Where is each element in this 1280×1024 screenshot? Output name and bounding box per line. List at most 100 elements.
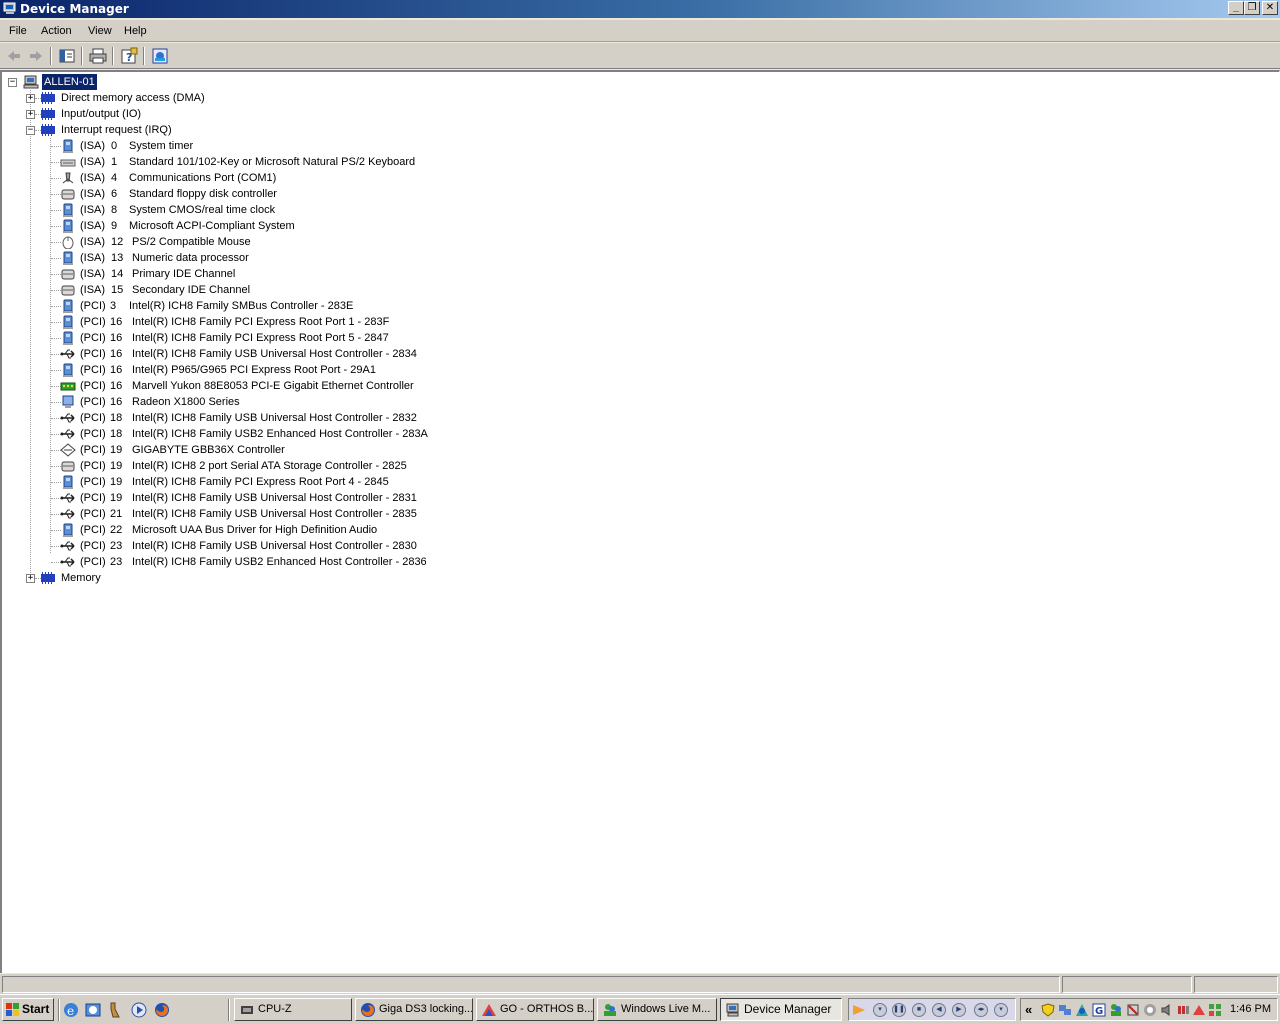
irq-bus: (PCI) <box>80 556 106 568</box>
irq-device-row[interactable]: (PCI) 19 Intel(R) ICH8 Family USB Universa… <box>80 490 500 506</box>
irq-bus: (ISA) <box>80 220 106 232</box>
stop-icon[interactable]: ■ <box>912 1003 926 1017</box>
irq-device-row[interactable]: (PCI) 16 Radeon X1800 Series <box>80 394 500 410</box>
properties-icon[interactable] <box>149 46 171 66</box>
usb-device-icon <box>60 541 75 551</box>
irq-device-row[interactable]: (ISA) 12 PS/2 Compatible Mouse <box>80 234 500 250</box>
start-button[interactable]: Start <box>2 998 54 1021</box>
taskbar-button[interactable]: GO - ORTHOS B... <box>476 998 594 1021</box>
irq-device-name: Intel(R) P965/G965 PCI Express Root Port… <box>132 364 376 376</box>
irq-device-row[interactable]: (PCI) 16 Marvell Yukon 88E8053 PCI-E Gigab… <box>80 378 500 394</box>
clock[interactable]: 1:46 PM <box>1230 1003 1271 1015</box>
shield-icon[interactable] <box>1041 1003 1055 1017</box>
category-expand-toggle[interactable]: + <box>26 94 35 103</box>
device-tree[interactable]: − ALLEN-01 + Direct memory access (DMA) + I… <box>0 70 1280 973</box>
media-dropdown-icon[interactable]: ▾ <box>873 1003 887 1017</box>
irq-device-row[interactable]: (PCI) 21 Intel(R) ICH8 Family USB Universa… <box>80 506 500 522</box>
irq-device-row[interactable]: (ISA) 0 System timer <box>80 138 500 154</box>
irq-device-row[interactable]: (PCI) 18 Intel(R) ICH8 Family USB Universa… <box>80 410 500 426</box>
irq-device-row[interactable]: (PCI) 22 Microsoft UAA Bus Driver for High… <box>80 522 500 538</box>
irq-device-row[interactable]: (ISA) 1 Standard 101/102-Key or Microsoft … <box>80 154 500 170</box>
media-player-icon[interactable] <box>130 1001 148 1019</box>
next-icon[interactable]: ▶ <box>952 1003 966 1017</box>
print-icon[interactable] <box>87 46 109 66</box>
monitor-tray-icon[interactable] <box>1208 1003 1222 1017</box>
pause-icon[interactable]: ❚❚ <box>892 1003 906 1017</box>
irq-number: 16 <box>110 348 123 360</box>
firefox-icon[interactable] <box>153 1001 171 1019</box>
speaker-icon[interactable] <box>1160 1003 1174 1017</box>
irq-bus: (PCI) <box>80 492 106 504</box>
media-player-toolbar[interactable]: ▾ ❚❚ ■ ◀ ▶ ◂▸ ▾ <box>848 998 1016 1021</box>
category-expand-toggle[interactable]: − <box>26 126 35 135</box>
irq-bus: (ISA) <box>80 252 106 264</box>
taskbar-button[interactable]: Windows Live M... <box>597 998 717 1021</box>
irq-number: 23 <box>110 540 123 552</box>
irq-device-row[interactable]: (PCI) 3 Intel(R) ICH8 Family SMBus Control… <box>80 298 500 314</box>
irq-device-row[interactable]: (PCI) 23 Intel(R) ICH8 Family USB2 Enhance… <box>80 554 500 570</box>
gigabyte-icon[interactable]: G <box>1092 1003 1106 1017</box>
irq-device-row[interactable]: (PCI) 18 Intel(R) ICH8 Family USB2 Enhance… <box>80 426 500 442</box>
irq-device-row[interactable]: (PCI) 16 Intel(R) P965/G965 PCI Express Ro… <box>80 362 500 378</box>
network-device-icon <box>60 382 76 391</box>
menu-help[interactable]: Help <box>124 25 147 37</box>
irq-device-row[interactable]: (ISA) 4 Communications Port (COM1) <box>80 170 500 186</box>
taskbar-button[interactable]: CPU-Z <box>234 998 352 1021</box>
tray-expand-chevron[interactable]: « <box>1025 1002 1032 1017</box>
ie-icon[interactable]: e <box>62 1001 80 1019</box>
taskbar-button[interactable]: Giga DS3 locking... <box>355 998 473 1021</box>
irq-device-row[interactable]: (ISA) 13 Numeric data processor <box>80 250 500 266</box>
menu-view[interactable]: View <box>88 25 112 37</box>
show-hide-console-tree-icon[interactable] <box>56 46 78 66</box>
outlook-icon[interactable] <box>84 1001 102 1019</box>
irq-device-row[interactable]: (PCI) 19 Intel(R) ICH8 Family PCI Express … <box>80 474 500 490</box>
tool-icon[interactable] <box>107 1001 125 1019</box>
irq-device-row[interactable]: (ISA) 15 Secondary IDE Channel <box>80 282 500 298</box>
irq-device-row[interactable]: (ISA) 6 Standard floppy disk controller <box>80 186 500 202</box>
system-device-icon <box>63 139 73 153</box>
irq-device-row[interactable]: (PCI) 19 Intel(R) ICH8 2 port Serial ATA S… <box>80 458 500 474</box>
taskbar-separator <box>58 999 60 1021</box>
irq-bus: (PCI) <box>80 396 106 408</box>
previous-icon[interactable]: ◀ <box>932 1003 946 1017</box>
disk-device-icon <box>61 189 75 200</box>
irq-number: 15 <box>111 284 124 296</box>
irq-device-row[interactable]: (PCI) 16 Intel(R) ICH8 Family USB Universa… <box>80 346 500 362</box>
tree-root-label[interactable]: ALLEN-01 <box>41 73 98 91</box>
irq-device-row[interactable]: (PCI) 23 Intel(R) ICH8 Family USB Universa… <box>80 538 500 554</box>
restore-button[interactable]: ❐ <box>1244 1 1260 15</box>
irq-device-row[interactable]: (PCI) 16 Intel(R) ICH8 Family PCI Express … <box>80 330 500 346</box>
back-icon[interactable] <box>3 46 25 66</box>
help-icon[interactable]: ? <box>118 46 140 66</box>
title-bar[interactable]: Device Manager _ ❐ ✕ <box>0 0 1280 18</box>
irq-bus: (PCI) <box>80 540 106 552</box>
forward-icon[interactable] <box>25 46 47 66</box>
system-device-icon <box>63 523 73 537</box>
volume-tray-icon[interactable] <box>1176 1003 1190 1017</box>
irq-device-row[interactable]: (ISA) 8 System CMOS/real time clock <box>80 202 500 218</box>
messenger-tray-icon[interactable] <box>1109 1003 1123 1017</box>
menu-file[interactable]: File <box>9 25 27 37</box>
start-label: Start <box>22 1002 50 1016</box>
irq-number: 23 <box>110 556 123 568</box>
category-expand-toggle[interactable]: + <box>26 574 35 583</box>
menu-action[interactable]: Action <box>41 25 72 37</box>
status-pane-2 <box>1062 976 1192 993</box>
taskbar-button[interactable]: Device Manager <box>720 998 842 1021</box>
irq-device-row[interactable]: (ISA) 14 Primary IDE Channel <box>80 266 500 282</box>
category-expand-toggle[interactable]: + <box>26 110 35 119</box>
irq-device-row[interactable]: (PCI) 19 GIGABYTE GBB36X Controller <box>80 442 500 458</box>
network-icon[interactable] <box>1058 1003 1072 1017</box>
disconnected-icon[interactable] <box>1126 1003 1140 1017</box>
media-menu-icon[interactable]: ▾ <box>994 1003 1008 1017</box>
volume-icon[interactable]: ◂▸ <box>974 1003 988 1017</box>
app-icon[interactable] <box>1075 1003 1089 1017</box>
irq-device-row[interactable]: (ISA) 9 Microsoft ACPI-Compliant System <box>80 218 500 234</box>
irq-device-row[interactable]: (PCI) 16 Intel(R) ICH8 Family PCI Express … <box>80 314 500 330</box>
hardware-icon[interactable] <box>1192 1003 1206 1017</box>
firefox-icon <box>361 1003 375 1017</box>
minimize-button[interactable]: _ <box>1228 1 1244 15</box>
root-collapse-toggle[interactable]: − <box>8 78 17 87</box>
update-icon[interactable] <box>1143 1003 1157 1017</box>
close-button[interactable]: ✕ <box>1262 1 1278 15</box>
